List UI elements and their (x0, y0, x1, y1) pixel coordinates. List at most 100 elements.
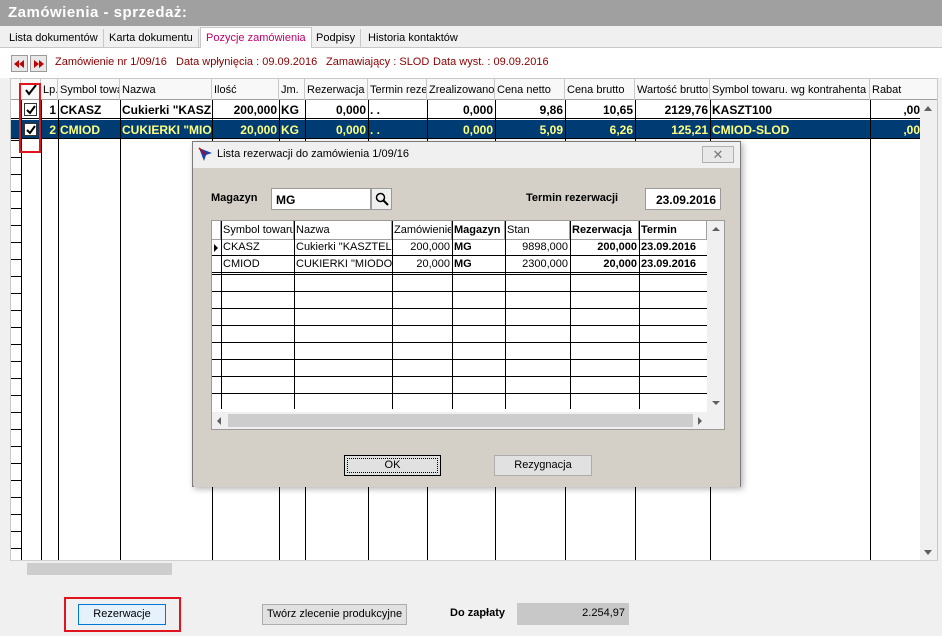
empty-row-line (212, 342, 708, 343)
empty-row-line (212, 376, 708, 377)
order-info-bar: Zamówienie nr 1/09/16 Data wpłynięcia : … (0, 48, 942, 78)
cell-reservation: 0,000 (335, 103, 366, 117)
next-record-button[interactable] (30, 55, 47, 72)
scroll-up-icon (924, 106, 932, 111)
tab-signatures[interactable]: Podpisy (311, 29, 362, 48)
cell-net: 5,09 (539, 123, 563, 137)
dcol-warehouse[interactable]: Magazyn (452, 221, 505, 240)
cell-net: 9,86 (539, 103, 563, 117)
col-net-price[interactable]: Cena netto (495, 79, 565, 100)
empty-row-line (212, 393, 708, 394)
col-discount[interactable]: Rabat (870, 79, 922, 100)
dcell-warehouse: MG (454, 258, 472, 270)
cancel-button[interactable]: Rezygnacja (494, 455, 592, 476)
col-unit[interactable]: Jm. (279, 79, 305, 100)
col-reservation[interactable]: Rezerwacja (305, 79, 368, 100)
dcell-reservation: 200,000 (597, 241, 637, 253)
row-tick (11, 310, 21, 311)
scroll-down-icon (712, 401, 720, 405)
warehouse-input[interactable]: MG (271, 188, 371, 210)
dcell-stock: 2300,000 (522, 258, 568, 270)
cell-term: . . (370, 103, 381, 117)
app-arrow-icon (198, 147, 212, 161)
dialog-vertical-scrollbar[interactable] (707, 221, 724, 412)
cell-symbol: CMIOD (60, 123, 100, 137)
reservations-grid: Symbol towaru Nazwa Zamówienie Magazyn S… (211, 220, 725, 430)
warehouse-search-button[interactable] (371, 188, 392, 210)
cell-gross: 6,26 (609, 123, 633, 137)
grid-header: Lp. Symbol towa Nazwa Ilość Jm. Rezerwac… (11, 79, 937, 100)
dcell-term: 23.09.2016 (641, 258, 697, 270)
create-production-order-button[interactable]: Twórz zlecenie produkcyjne (262, 604, 407, 625)
col-gross-value[interactable]: Wartość brutto (635, 79, 710, 100)
cell-lp: 2 (49, 123, 56, 137)
dcol-name[interactable]: Nazwa (294, 221, 392, 240)
tab-order-items[interactable]: Pozycje zamówienia (200, 27, 312, 49)
grid-horizontal-scrollbar[interactable] (10, 560, 938, 576)
issued-date: Data wyst. : 09.09.2016 (433, 56, 549, 68)
col-contractor-symbol[interactable]: Symbol towaru. wg kontrahenta (710, 79, 870, 100)
col-gross-price[interactable]: Cena brutto (565, 79, 635, 100)
empty-row-line (212, 325, 708, 326)
scroll-left-icon (217, 417, 221, 425)
scroll-thumb[interactable] (27, 563, 172, 575)
dialog-horizontal-scrollbar[interactable] (212, 412, 724, 429)
row-tick (11, 242, 21, 243)
cell-value: 2129,76 (664, 103, 708, 117)
row-tick (11, 157, 21, 158)
col-reservation-term[interactable]: Termin rezer (368, 79, 427, 100)
dcell-name: CUKIERKI "MIODO (296, 258, 392, 270)
cell-term: . . (370, 123, 381, 137)
dcol-term[interactable]: Termin (639, 221, 707, 240)
current-row-icon (214, 244, 218, 252)
dcol-symbol[interactable]: Symbol towaru (221, 221, 294, 240)
empty-row-line (212, 308, 708, 309)
col-realized[interactable]: Zrealizowano (427, 79, 495, 100)
prev-record-button[interactable] (11, 55, 28, 72)
cell-symbol: CKASZ (60, 103, 102, 117)
grid-vertical-scrollbar[interactable] (920, 100, 937, 560)
dcol-order[interactable]: Zamówienie (392, 221, 452, 240)
dcol-reservation[interactable]: Rezerwacja (570, 221, 639, 240)
scroll-thumb[interactable] (228, 414, 693, 427)
dcell-term: 23.09.2016 (641, 241, 697, 253)
ok-button[interactable]: OK (344, 455, 441, 476)
dcell-symbol: CKASZ (223, 241, 260, 253)
table-row[interactable]: 2 CMIOD CUKIERKI "MIO 20,000 KG 0,000 . … (11, 120, 937, 139)
table-row[interactable]: CKASZ Cukierki "KASZTEL 200,000 MG 9898,… (212, 240, 708, 256)
scroll-down-icon (924, 550, 932, 555)
reservation-term-input[interactable]: 23.09.2016 (645, 188, 721, 210)
reservations-button[interactable]: Rezerwacje (78, 604, 166, 625)
col-symbol[interactable]: Symbol towa (58, 79, 120, 100)
row-tick (11, 395, 21, 396)
empty-row-line (212, 274, 708, 275)
dialog-title-bar: Lista rezerwacji do zamówienia 1/09/16 (193, 142, 740, 168)
col-lp[interactable]: Lp. (41, 79, 58, 100)
tab-document-card[interactable]: Karta dokumentu (104, 29, 199, 48)
tab-document-list[interactable]: Lista dokumentów (4, 29, 104, 48)
row-tick (11, 191, 21, 192)
cell-name: Cukierki "KASZ (122, 103, 212, 117)
table-row[interactable]: 1 CKASZ Cukierki "KASZ 200,000 KG 0,000 … (11, 100, 937, 119)
checkbox-highlight (19, 83, 41, 153)
reservations-dialog: Lista rezerwacji do zamówienia 1/09/16 ✕… (192, 141, 741, 487)
ordering-party: Zamawiający : SLOD (326, 56, 430, 68)
row-tick (11, 276, 21, 277)
cell-qty: 200,000 (233, 103, 277, 117)
row-tick (11, 480, 21, 481)
order-number: Zamówienie nr 1/09/16 (55, 56, 167, 68)
row-tick (11, 259, 21, 260)
cell-name: CUKIERKI "MIO (122, 123, 212, 137)
window-title: Zamówienia - sprzedaż: (0, 0, 942, 26)
empty-row-line (212, 359, 708, 360)
col-name[interactable]: Nazwa (120, 79, 212, 100)
dcol-stock[interactable]: Stan (505, 221, 570, 240)
dcell-stock: 9898,000 (522, 241, 568, 253)
col-qty[interactable]: Ilość (212, 79, 279, 100)
tab-contact-history[interactable]: Historia kontaktów (363, 29, 463, 48)
cell-value: 125,21 (671, 123, 708, 137)
table-row[interactable]: CMIOD CUKIERKI "MIODO 20,000 MG 2300,000… (212, 257, 708, 273)
dcell-warehouse: MG (454, 241, 472, 253)
close-icon[interactable]: ✕ (702, 146, 734, 163)
dcell-order: 200,000 (410, 241, 450, 253)
